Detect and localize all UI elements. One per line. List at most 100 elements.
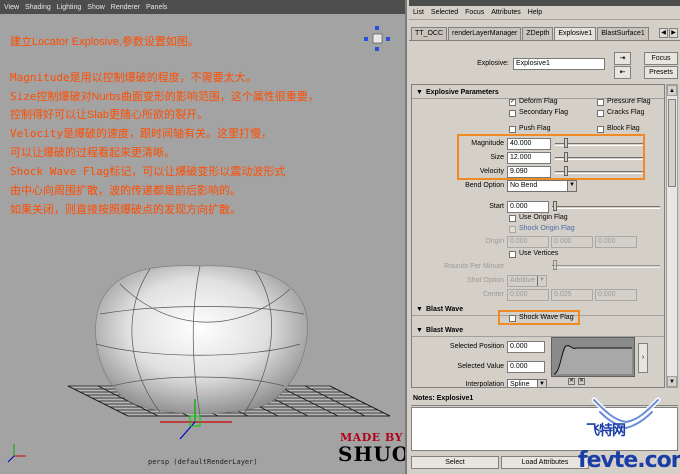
push-flag-checkbox[interactable] (509, 126, 516, 133)
presets-button[interactable]: Presets (644, 66, 678, 79)
author-signature: SHUO (338, 442, 407, 466)
deform-flag-checkbox[interactable]: ✓ (509, 99, 516, 106)
node-name-label: Explosive: (477, 60, 509, 67)
watermark-en-text: fevte.com (578, 448, 680, 473)
pressure-flag-checkbox[interactable] (597, 99, 604, 106)
rounds-per-minute-label: Rounds Per Minute (444, 263, 504, 270)
push-flag-label: Push Flag (519, 125, 551, 132)
origin-z-field[interactable]: 0.000 (595, 236, 637, 248)
annotation-line-1: 建立Locator Explosive,参数设置如图。 (10, 36, 199, 48)
select-button[interactable]: Select (411, 456, 499, 469)
ramp-key-2[interactable]: ✕ (578, 378, 585, 385)
view-axis-cube[interactable] (364, 26, 390, 51)
tab-divider (409, 40, 680, 41)
focus-button[interactable]: Focus (644, 52, 678, 65)
menu-renderer[interactable]: Renderer (111, 4, 140, 11)
menu-lighting[interactable]: Lighting (57, 4, 82, 11)
tab-scroll-right-icon[interactable]: ▶ (669, 28, 678, 38)
menu-panels[interactable]: Panels (146, 4, 167, 11)
annotation-line-2: Magnitude是用以控制爆破的程度，不需要太大。 (10, 71, 257, 84)
menu-shading[interactable]: Shading (25, 4, 51, 11)
rounds-per-minute-handle[interactable] (553, 260, 557, 270)
secondary-flag-checkbox[interactable] (509, 110, 516, 117)
selected-value-field[interactable]: 0.000 (507, 361, 545, 373)
scrollbar-thumb[interactable] (668, 99, 676, 187)
expand-triangle-icon: ▼ (416, 327, 423, 334)
annotation-line-3: Size控制爆破对Nurbs曲面变形的影响范围，这个属性很重要， (10, 90, 319, 103)
secondary-flag-label: Secondary Flag (519, 109, 569, 116)
cracks-flag-checkbox[interactable] (597, 110, 604, 117)
shot-option-label: Shot Option (467, 277, 504, 284)
scroll-down-icon[interactable]: ▼ (667, 376, 677, 387)
camera-label: persp (defaultRenderLayer) (148, 458, 258, 466)
annotation-line-6: 可以让爆破的过程看起来更清晰。 (10, 147, 175, 159)
bend-option-dropdown[interactable]: No Bend ▼ (507, 180, 577, 192)
annotation-line-7: Shock Wave Flag标记，可以让爆破变形以震动波形式 (10, 165, 286, 178)
interpolation-dropdown[interactable]: Spline ▼ (507, 379, 547, 387)
pressure-flag-label: Pressure Flag (607, 98, 651, 105)
tab-tt-occ[interactable]: TT_OCC (411, 27, 447, 40)
deform-flag-label: Deform Flag (519, 98, 558, 105)
annotation-line-8: 由中心向周围扩散，波的传递都是前后影响的。 (10, 185, 241, 197)
use-origin-flag-checkbox[interactable] (509, 215, 516, 222)
annotation-line-9: 如果关闭，则直接按照爆破点的发现方向扩散。 (10, 204, 241, 216)
node-name-field[interactable]: Explosive1 (513, 58, 605, 70)
menu-selected[interactable]: Selected (431, 9, 458, 16)
blast-wave-ramp-graph[interactable] (551, 337, 635, 377)
nurbs-surface[interactable] (95, 265, 308, 417)
cracks-flag-label: Cracks Flag (607, 109, 645, 116)
attributes-scroll-area[interactable]: ▼ Explosive Parameters ✓ Deform Flag Pres… (411, 84, 665, 388)
start-slider[interactable] (552, 206, 660, 209)
viewport-menu-bar: View Shading Lighting Show Renderer Pane… (0, 0, 405, 14)
block-flag-label: Block Flag (607, 125, 640, 132)
menu-attributes[interactable]: Attributes (491, 9, 521, 16)
highlight-box-params (457, 134, 645, 180)
use-vertices-checkbox[interactable] (509, 251, 516, 258)
tab-blastsurface1[interactable]: BlastSurface1 (597, 27, 649, 40)
start-label: Start (489, 203, 504, 210)
attributes-scrollbar[interactable]: ▲ ▼ (666, 84, 678, 388)
menu-list[interactable]: List (413, 9, 424, 16)
menu-show[interactable]: Show (87, 4, 105, 11)
shock-origin-flag-checkbox[interactable] (509, 226, 516, 233)
scroll-up-icon[interactable]: ▲ (667, 85, 677, 96)
chevron-down-icon: ▼ (567, 181, 576, 191)
menu-view[interactable]: View (4, 4, 19, 11)
open-ramp-button[interactable]: › (638, 343, 648, 373)
selected-position-field[interactable]: 0.000 (507, 341, 545, 353)
center-x-field[interactable]: 0.000 (507, 289, 549, 301)
chevron-right-icon: › (641, 354, 645, 361)
chevron-down-icon: ▼ (537, 380, 546, 387)
ramp-curve-plot (553, 345, 632, 375)
output-connections-button[interactable]: ⇤ (614, 66, 631, 79)
menu-help[interactable]: Help (528, 9, 542, 16)
tab-scroll-left-icon[interactable]: ◀ (659, 28, 668, 38)
highlight-box-shock-wave (498, 310, 580, 325)
maya-viewport[interactable]: View Shading Lighting Show Renderer Pane… (0, 0, 407, 474)
use-vertices-label: Use Vertices (519, 250, 559, 257)
tab-zdepth[interactable]: ZDepth (522, 27, 554, 40)
tab-explosive1[interactable]: Explosive1 (554, 27, 597, 40)
block-flag-checkbox[interactable] (597, 126, 604, 133)
shot-option-dropdown[interactable]: Additive ▼ (507, 275, 547, 287)
expand-triangle-icon: ▼ (416, 306, 423, 313)
start-field[interactable]: 0.000 (507, 201, 549, 213)
input-connections-button[interactable]: ⇥ (614, 52, 631, 65)
center-z-field[interactable]: 0.000 (595, 289, 637, 301)
watermark-cn-text: 飞特网 (586, 422, 626, 438)
origin-y-field[interactable]: 0.000 (551, 236, 593, 248)
ramp-key-1[interactable]: ✕ (568, 378, 575, 385)
rounds-per-minute-slider[interactable] (552, 265, 660, 268)
start-slider-handle[interactable] (553, 201, 557, 211)
center-y-field[interactable]: 0.025 (551, 289, 593, 301)
chevron-down-icon: ▼ (537, 276, 546, 286)
tab-render-layer-manager[interactable]: renderLayerManager (448, 27, 522, 40)
annotation-line-4: 控制得好可以让Slab更随心所欲的裂开。 (10, 109, 209, 121)
menu-focus[interactable]: Focus (465, 9, 484, 16)
section-blast-wave[interactable]: ▼ Blast Wave (412, 325, 664, 337)
use-origin-flag-label: Use Origin Flag (519, 214, 568, 221)
shock-origin-flag-label: Shock Origin Flag (519, 225, 575, 232)
ae-menu-bar: List Selected Focus Attributes Help (409, 6, 680, 20)
expand-triangle-icon: ▼ (416, 89, 423, 96)
origin-x-field[interactable]: 0.000 (507, 236, 549, 248)
